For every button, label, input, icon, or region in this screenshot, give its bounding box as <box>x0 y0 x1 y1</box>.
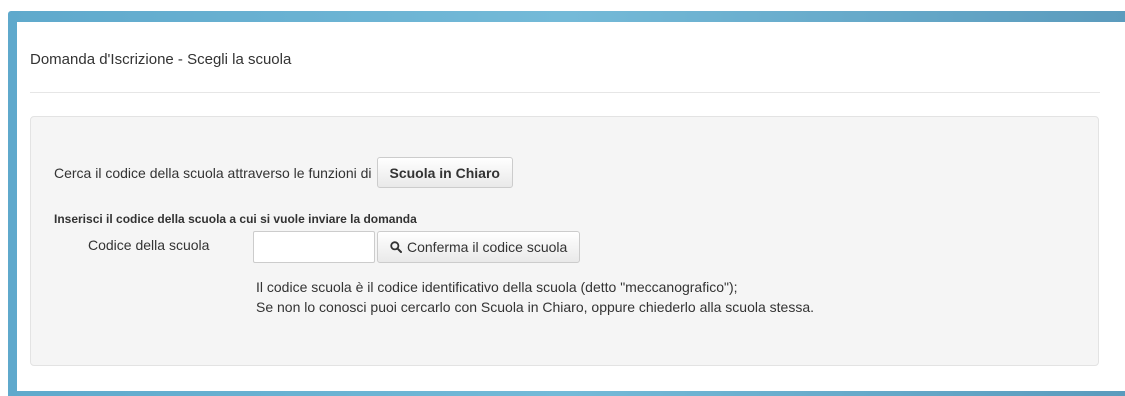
conferma-codice-label: Conferma il codice scuola <box>407 239 568 255</box>
title-divider <box>30 92 1100 93</box>
school-selection-well: Cerca il codice della scuola attraverso … <box>30 116 1099 366</box>
conferma-codice-button[interactable]: Conferma il codice scuola <box>377 231 581 263</box>
codice-scuola-label: Codice della scuola <box>88 237 210 253</box>
scuola-in-chiaro-button[interactable]: Scuola in Chiaro <box>376 157 513 188</box>
instruction-label: Inserisci il codice della scuola a cui s… <box>54 212 417 226</box>
search-prompt-text: Cerca il codice della scuola attraverso … <box>54 164 372 181</box>
main-panel: Domanda d'Iscrizione - Scegli la scuola … <box>17 22 1125 391</box>
search-row: Cerca il codice della scuola attraverso … <box>54 157 513 188</box>
help-line-1: Il codice scuola è il codice identificat… <box>256 279 738 295</box>
search-icon <box>390 241 402 253</box>
help-line-2: Se non lo conosci puoi cercarlo con Scuo… <box>256 299 814 315</box>
help-text: Il codice scuola è il codice identificat… <box>256 277 814 317</box>
codice-scuola-input[interactable] <box>253 231 375 263</box>
page-title: Domanda d'Iscrizione - Scegli la scuola <box>30 51 292 68</box>
